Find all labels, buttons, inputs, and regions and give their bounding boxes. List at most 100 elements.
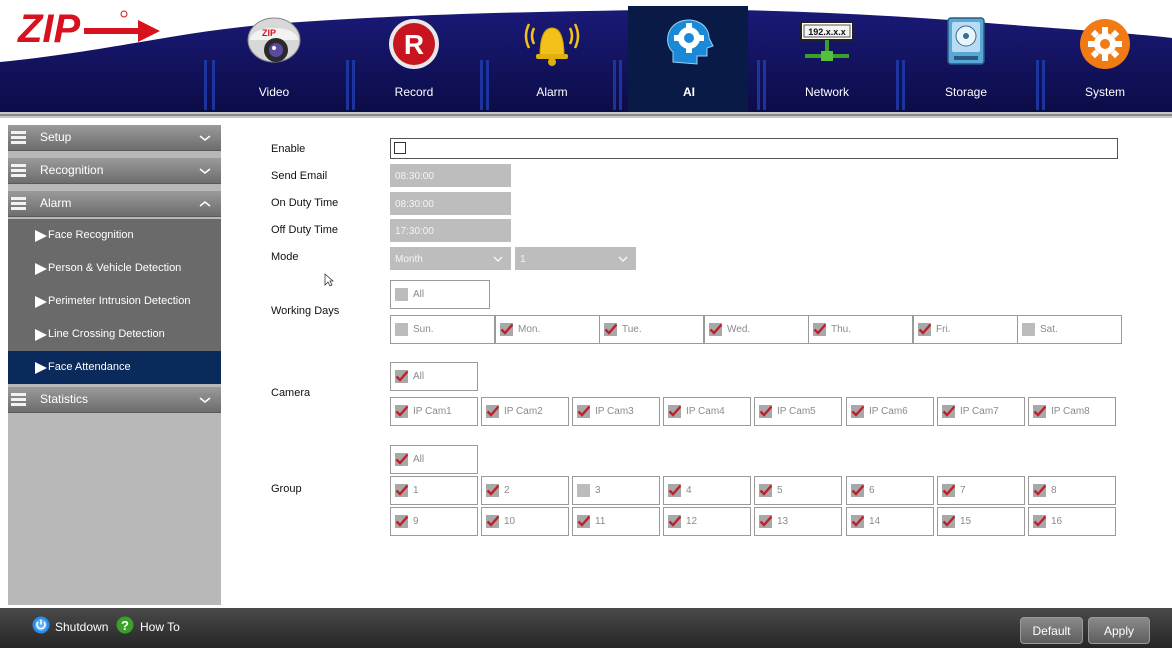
checkbox-checked-icon[interactable] [668,405,681,418]
group-checkbox[interactable]: 1 [390,476,478,505]
on-duty-time-field[interactable]: 08:30:00 [390,192,511,215]
checkbox-checked-icon[interactable] [486,484,499,497]
checkbox-checked-icon[interactable] [668,515,681,528]
group-checkbox[interactable]: 4 [663,476,751,505]
checkbox-unchecked-icon[interactable] [395,288,408,301]
sidebar-item-perimeter-intrusion-detection[interactable]: Perimeter Intrusion Detection [8,285,221,318]
checkbox-unchecked-icon[interactable] [1022,323,1035,336]
apply-button[interactable]: Apply [1088,617,1150,644]
checkbox-checked-icon[interactable] [395,405,408,418]
checkbox-checked-icon[interactable] [851,405,864,418]
working-day-checkbox[interactable]: Fri. [913,315,1018,344]
off-duty-time-field[interactable]: 17:30:00 [390,219,511,242]
checkbox-checked-icon[interactable] [918,323,931,336]
group-checkbox[interactable]: 16 [1028,507,1116,536]
working-days-all-checkbox[interactable]: All [390,280,490,309]
top-navigation: ZIP ZIP Video R Record Alarm AI 192.x.x.… [0,0,1172,118]
nav-tab-network[interactable]: 192.x.x.x Network [786,0,868,112]
checkbox-checked-icon[interactable] [1033,484,1046,497]
send-email-field[interactable]: 08:30:00 [390,164,511,187]
camera-checkbox[interactable]: IP Cam5 [754,397,842,426]
mode-day-select[interactable]: 1 [515,247,636,270]
group-all-checkbox[interactable]: All [390,445,478,474]
checkbox-checked-icon[interactable] [942,515,955,528]
group-checkbox[interactable]: 9 [390,507,478,536]
group-checkbox[interactable]: 14 [846,507,934,536]
chevron-up-icon [199,201,211,207]
default-button[interactable]: Default [1020,617,1083,644]
mode-select[interactable]: Month [390,247,511,270]
checkbox-checked-icon[interactable] [759,484,772,497]
sidebar-item-face-recognition[interactable]: Face Recognition [8,219,221,252]
camera-checkbox[interactable]: IP Cam7 [937,397,1025,426]
sidebar-category-setup[interactable]: Setup [8,125,221,151]
checkbox-checked-icon[interactable] [813,323,826,336]
nav-tab-system[interactable]: System [1064,0,1146,112]
how-to-button[interactable]: How To [140,620,180,634]
checkbox-checked-icon[interactable] [851,484,864,497]
checkbox-checked-icon[interactable] [851,515,864,528]
nav-tab-storage[interactable]: Storage [925,0,1007,112]
group-checkbox[interactable]: 13 [754,507,842,536]
checkbox-checked-icon[interactable] [395,515,408,528]
checkbox-unchecked-icon[interactable] [395,323,408,336]
group-checkbox[interactable]: 3 [572,476,660,505]
checkbox-checked-icon[interactable] [759,405,772,418]
checkbox-checked-icon[interactable] [486,405,499,418]
camera-checkbox[interactable]: IP Cam1 [390,397,478,426]
shutdown-button[interactable]: Shutdown [55,620,108,634]
working-day-checkbox[interactable]: Sun. [390,315,495,344]
sidebar-category-alarm[interactable]: Alarm [8,191,221,217]
sidebar-category-statistics[interactable]: Statistics [8,387,221,413]
checkbox-unchecked-icon[interactable] [577,484,590,497]
enable-checkbox[interactable] [394,142,406,154]
camera-checkbox[interactable]: IP Cam8 [1028,397,1116,426]
checkbox-checked-icon[interactable] [395,484,408,497]
checkbox-checked-icon[interactable] [668,484,681,497]
checkbox-checked-icon[interactable] [395,453,408,466]
nav-tab-ai[interactable]: AI [648,0,730,112]
checkbox-label: IP Cam4 [686,406,725,417]
group-checkbox[interactable]: 11 [572,507,660,536]
camera-checkbox[interactable]: IP Cam2 [481,397,569,426]
checkbox-checked-icon[interactable] [709,323,722,336]
checkbox-checked-icon[interactable] [577,405,590,418]
nav-tab-record[interactable]: R Record [373,0,455,112]
help-icon[interactable]: ? [116,616,134,634]
checkbox-checked-icon[interactable] [486,515,499,528]
camera-all-checkbox[interactable]: All [390,362,478,391]
checkbox-label: 16 [1051,516,1063,527]
sidebar-item-person-vehicle-detection[interactable]: Person & Vehicle Detection [8,252,221,285]
group-checkbox[interactable]: 6 [846,476,934,505]
group-checkbox[interactable]: 15 [937,507,1025,536]
group-checkbox[interactable]: 5 [754,476,842,505]
group-checkbox[interactable]: 8 [1028,476,1116,505]
nav-tab-video[interactable]: ZIP Video [233,0,315,112]
group-checkbox[interactable]: 7 [937,476,1025,505]
checkbox-checked-icon[interactable] [942,405,955,418]
camera-checkbox[interactable]: IP Cam4 [663,397,751,426]
checkbox-checked-icon[interactable] [500,323,513,336]
nav-tab-alarm[interactable]: Alarm [511,0,593,112]
working-day-checkbox[interactable]: Tue. [599,315,704,344]
working-day-checkbox[interactable]: Mon. [495,315,600,344]
working-day-checkbox[interactable]: Wed. [704,315,809,344]
checkbox-checked-icon[interactable] [577,515,590,528]
group-checkbox[interactable]: 10 [481,507,569,536]
working-day-checkbox[interactable]: Thu. [808,315,913,344]
camera-checkbox[interactable]: IP Cam3 [572,397,660,426]
group-checkbox[interactable]: 2 [481,476,569,505]
sidebar-category-recognition[interactable]: Recognition [8,158,221,184]
checkbox-checked-icon[interactable] [395,370,408,383]
camera-checkbox[interactable]: IP Cam6 [846,397,934,426]
checkbox-checked-icon[interactable] [1033,405,1046,418]
sidebar-item-line-crossing-detection[interactable]: Line Crossing Detection [8,318,221,351]
shutdown-icon[interactable] [32,616,50,634]
checkbox-checked-icon[interactable] [1033,515,1046,528]
checkbox-checked-icon[interactable] [759,515,772,528]
checkbox-checked-icon[interactable] [942,484,955,497]
working-day-checkbox[interactable]: Sat. [1017,315,1122,344]
group-checkbox[interactable]: 12 [663,507,751,536]
checkbox-checked-icon[interactable] [604,323,617,336]
sidebar-item-face-attendance[interactable]: Face Attendance [8,351,221,384]
